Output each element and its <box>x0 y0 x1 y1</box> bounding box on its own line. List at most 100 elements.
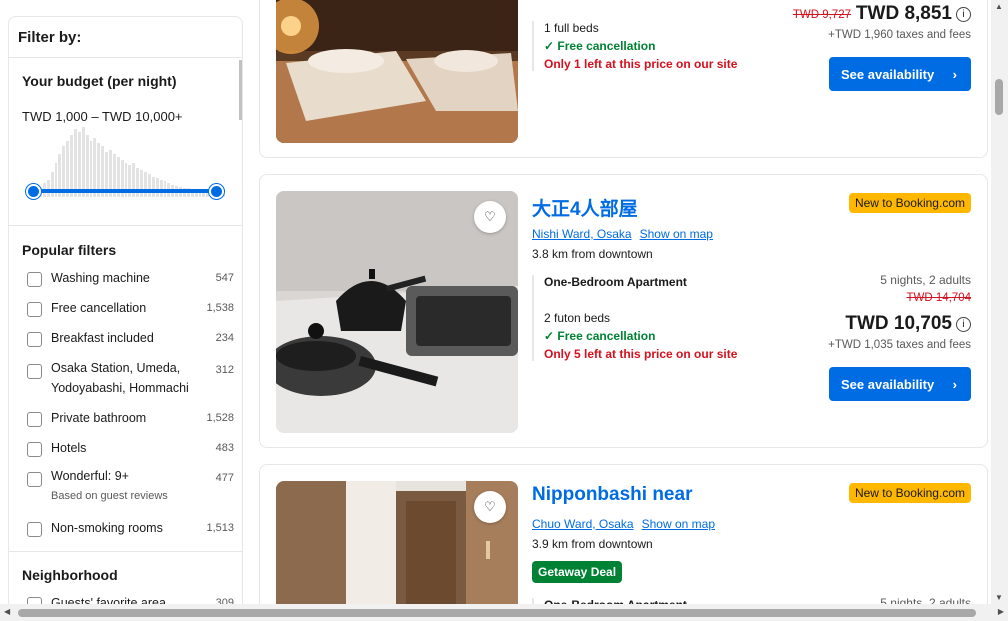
location-line: Nishi Ward, Osaka Show on map <box>532 227 721 241</box>
property-title[interactable]: 大正4人部屋 <box>532 194 638 221</box>
info-icon[interactable]: i <box>956 317 971 332</box>
checkbox[interactable] <box>27 412 42 427</box>
distance-from-downtown: 3.8 km from downtown <box>532 247 653 261</box>
budget-heading: Your budget (per night) <box>22 73 177 89</box>
price-value: TWD 10,705 <box>845 313 952 334</box>
histogram-bar <box>70 134 74 197</box>
property-card: ♡ 大正4人部屋 Nishi Ward, Osaka Show on map 3.… <box>259 174 988 448</box>
scrollbar-thumb[interactable] <box>18 609 976 617</box>
histogram-bar <box>74 129 77 197</box>
horizontal-scrollbar[interactable]: ◀ ▶ <box>0 604 1008 621</box>
histogram-bar <box>151 176 155 197</box>
scroll-right-icon[interactable]: ▶ <box>998 607 1004 616</box>
filters-sidebar: Filter by: Your budget (per night) TWD 1… <box>8 16 243 616</box>
filter-label-main: Wonderful: 9+ <box>51 469 129 483</box>
see-availability-button[interactable]: See availability › <box>829 367 971 401</box>
beds-info: 2 futon beds <box>544 311 611 325</box>
checkbox[interactable] <box>27 332 42 347</box>
histogram-bar <box>50 172 54 197</box>
checkbox[interactable] <box>27 472 42 487</box>
filter-private-bathroom[interactable]: Private bathroom 1,528 <box>19 407 234 433</box>
taxes-and-fees: +TWD 1,035 taxes and fees <box>828 339 971 351</box>
checkbox[interactable] <box>27 272 42 287</box>
property-card: 1 full beds Free cancellation Only 1 lef… <box>259 0 988 158</box>
filter-wonderful[interactable]: Wonderful: 9+ Based on guest reviews 477 <box>19 467 234 505</box>
sidebar-scrollbar[interactable] <box>239 60 242 120</box>
filter-count: 1,528 <box>206 412 234 424</box>
room-type: One-Bedroom Apartment <box>544 275 687 289</box>
filter-breakfast-included[interactable]: Breakfast included 234 <box>19 327 234 353</box>
budget-range: TWD 1,000 – TWD 10,000+ <box>22 109 183 124</box>
filter-title: Filter by: <box>18 29 82 46</box>
availability-warning: Only 5 left at this price on our site <box>544 347 738 361</box>
distance-from-downtown: 3.9 km from downtown <box>532 537 653 551</box>
filter-count: 547 <box>215 272 234 284</box>
chevron-right-icon: › <box>952 66 957 82</box>
budget-min-handle[interactable] <box>26 184 41 199</box>
filter-free-cancellation[interactable]: Free cancellation 1,538 <box>19 297 234 323</box>
wishlist-heart-icon[interactable]: ♡ <box>474 201 506 233</box>
property-title[interactable]: Nipponbashi near <box>532 484 692 506</box>
histogram-bar <box>81 127 85 197</box>
filter-osaka-station[interactable]: Osaka Station, Umeda, Yodoyabashi, Homma… <box>19 359 234 397</box>
filter-hotels[interactable]: Hotels 483 <box>19 437 234 463</box>
price: TWD 8,851 i <box>856 3 971 25</box>
filter-label: Free cancellation <box>51 301 147 315</box>
show-on-map-link[interactable]: Show on map <box>642 517 715 531</box>
budget-histogram <box>39 127 225 197</box>
filter-count: 1,513 <box>206 522 234 534</box>
budget-max-handle[interactable] <box>209 184 224 199</box>
histogram-bar <box>155 177 159 197</box>
checkbox[interactable] <box>27 442 42 457</box>
property-card: ♡ Nipponbashi near Chuo Ward, Osaka Show … <box>259 464 988 621</box>
histogram-bar <box>144 172 147 197</box>
wishlist-heart-icon[interactable]: ♡ <box>474 491 506 523</box>
info-icon[interactable]: i <box>956 7 971 22</box>
location-line: Chuo Ward, Osaka Show on map <box>532 517 723 531</box>
filter-label: Wonderful: 9+ Based on guest reviews <box>51 466 168 506</box>
free-cancellation: Free cancellation <box>544 39 772 53</box>
neighborhood-heading: Neighborhood <box>22 567 118 583</box>
budget-slider-track[interactable] <box>33 189 225 193</box>
area-link[interactable]: Chuo Ward, Osaka <box>532 517 634 531</box>
filter-non-smoking[interactable]: Non-smoking rooms 1,513 <box>19 517 234 543</box>
filter-count: 234 <box>215 332 234 344</box>
property-photo[interactable] <box>276 0 518 143</box>
histogram-bar <box>147 174 151 197</box>
filter-count: 1,538 <box>206 302 234 314</box>
checkbox[interactable] <box>27 522 42 537</box>
filter-label: Private bathroom <box>51 411 147 425</box>
new-to-booking-badge: New to Booking.com <box>848 483 971 503</box>
filter-label: Breakfast included <box>51 331 154 345</box>
availability-warning: Only 1 left at this price on our site <box>544 57 738 71</box>
scroll-down-icon[interactable]: ▼ <box>995 593 1003 602</box>
room-info: One-Bedroom Apartment 2 futon beds Free … <box>532 275 772 361</box>
scroll-left-icon[interactable]: ◀ <box>4 607 10 616</box>
scroll-up-icon[interactable]: ▲ <box>995 2 1003 11</box>
scrollbar-thumb[interactable] <box>995 79 1003 115</box>
filter-count: 312 <box>215 364 234 376</box>
original-price: TWD 9,727 <box>792 9 851 21</box>
new-to-booking-badge: New to Booking.com <box>848 193 971 213</box>
taxes-and-fees: +TWD 1,960 taxes and fees <box>828 29 971 41</box>
area-link[interactable]: Nishi Ward, Osaka <box>532 227 632 241</box>
chevron-right-icon: › <box>952 376 957 392</box>
filter-count: 477 <box>215 472 234 484</box>
vertical-scrollbar[interactable]: ▲ ▼ <box>991 0 1008 604</box>
popular-filters-heading: Popular filters <box>22 242 117 258</box>
divider <box>9 551 242 552</box>
filter-label: Hotels <box>51 441 87 455</box>
bedroom-photo <box>276 0 518 143</box>
checkbox[interactable] <box>27 364 42 379</box>
price-value: TWD 8,851 <box>855 3 952 24</box>
filter-label: Non-smoking rooms <box>51 521 163 535</box>
price: TWD 10,705 i <box>845 313 971 335</box>
filter-sublabel: Based on guest reviews <box>51 490 168 502</box>
checkbox[interactable] <box>27 302 42 317</box>
histogram-bar <box>85 134 89 197</box>
beds-info: 1 full beds <box>544 21 599 35</box>
filter-washing-machine[interactable]: Washing machine 547 <box>19 267 234 293</box>
see-availability-button[interactable]: See availability › <box>829 57 971 91</box>
show-on-map-link[interactable]: Show on map <box>640 227 713 241</box>
filter-count: 483 <box>215 442 234 454</box>
